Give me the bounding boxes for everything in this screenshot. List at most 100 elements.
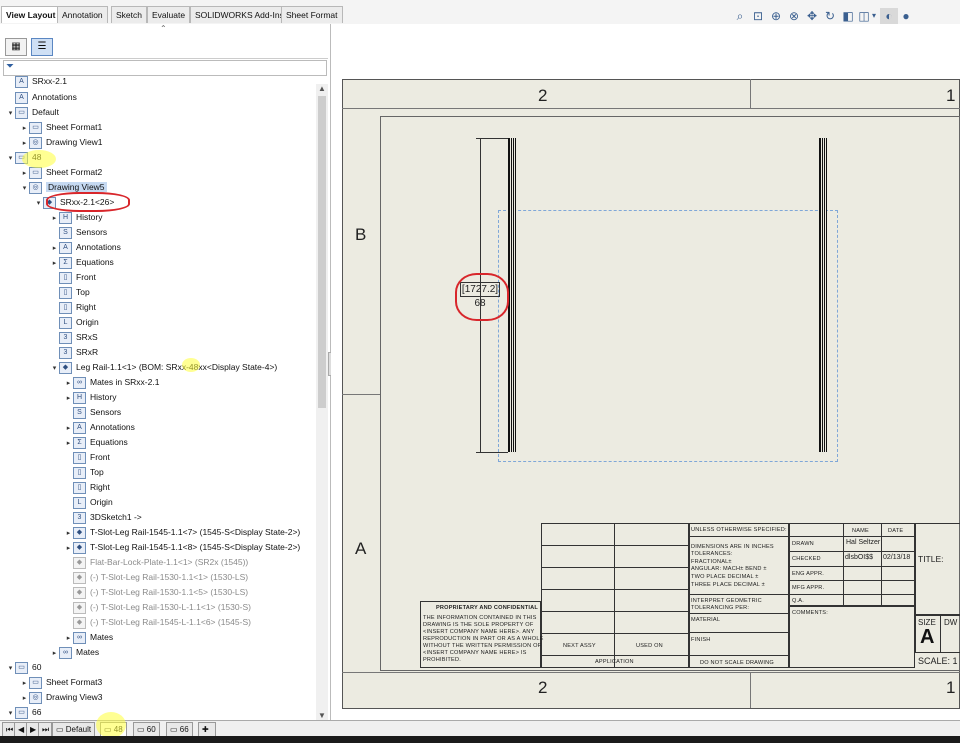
tree-item-srxr[interactable]: 3 SRxR [50,345,98,359]
checked-date[interactable]: 02/13/18 [883,554,910,561]
tree-item-default-sheet[interactable]: ▾ ▭ Default [6,105,59,119]
tree-item-label: (-) T-Slot-Leg Rail-1530-1.1<5> (1530-LS… [90,587,249,597]
sheet-tab-60[interactable]: ▭ 60 [133,722,160,737]
tree-item-mates1[interactable]: ▸ ∞ Mates [64,630,113,644]
tree-item-tslot2[interactable]: ▸ ◆ T-Slot-Leg Rail-1545-1.1<8> (1545-S<Di… [64,540,300,554]
collapse-icon[interactable]: ▾ [6,107,15,121]
tree-node-icon: ∞ [73,631,86,644]
checked-name[interactable]: dlsbOI$$ [845,554,873,561]
tab-evaluate[interactable]: Evaluate [147,6,191,23]
collapse-icon[interactable]: ▾ [50,362,59,376]
tree-item-sup1[interactable]: ◆ (-) T-Slot-Leg Rail-1530-1.1<1> (1530-L… [64,570,248,584]
last-sheet-icon[interactable]: ⏭ [38,722,52,737]
highlight-mark [96,712,126,738]
expand-icon[interactable]: ▸ [50,242,59,256]
tree-item-sup4[interactable]: ◆ (-) T-Slot-Leg Rail-1545-L-1.1<6> (1545… [64,615,251,629]
tree-item-flatbar[interactable]: ◆ Flat-Bar-Lock-Plate-1.1<1> (SR2x (1545)… [64,555,248,569]
expand-icon[interactable]: ▸ [50,647,59,661]
tab-annotation[interactable]: Annotation [57,6,108,23]
tree-item-srxs[interactable]: 3 SRxS [50,330,98,344]
zoom-in-out-icon[interactable]: ⊕ [768,8,784,24]
collapse-icon[interactable]: ▾ [6,152,15,166]
tree-item-right[interactable]: ▯ Right [50,300,96,314]
collapse-icon[interactable]: ▾ [20,182,29,196]
collapse-icon[interactable]: ▾ [34,197,43,211]
tab-sheet-format[interactable]: Sheet Format [281,6,343,23]
tree-item-sketch[interactable]: 3 3DSketch1 -> [64,510,142,524]
expand-icon[interactable]: ▸ [64,632,73,646]
tree-item-sup3[interactable]: ◆ (-) T-Slot-Leg Rail-1530-L-1.1<1> (1530… [64,600,251,614]
expand-icon[interactable]: ▸ [64,437,73,451]
scroll-up-icon[interactable]: ▲ [316,84,328,93]
zoom-to-area-icon[interactable]: ⊡ [750,8,766,24]
tree-scrollbar[interactable]: ▲ ▼ [316,84,328,720]
property-tab-icon[interactable]: ☰ [31,38,53,56]
tree-item-top[interactable]: ▯ Top [50,285,90,299]
tree-item-sheet-format3[interactable]: ▸ ▭ Sheet Format3 [20,675,102,689]
tree-item-right2[interactable]: ▯ Right [64,480,110,494]
collapse-icon[interactable]: ▾ [6,662,15,676]
tree-item-annotations3[interactable]: ▸ A Annotations [64,420,135,434]
expand-icon[interactable]: ▸ [64,377,73,391]
tree-item-origin[interactable]: L Origin [50,315,99,329]
tree-item-origin2[interactable]: L Origin [64,495,113,509]
tree-item-history2[interactable]: ▸ H History [64,390,116,404]
feature-tree-tab-icon[interactable]: ▦ [5,38,27,56]
tree-item-label: History [76,212,103,222]
scroll-thumb[interactable] [318,96,326,408]
expand-icon[interactable]: ▸ [64,392,73,406]
tree-item-mates-in[interactable]: ▸ ∞ Mates in SRxx-2.1 [64,375,159,389]
zoom-selection-icon[interactable]: ⊗ [786,8,802,24]
panel-grip-icon[interactable]: ⌃ [160,24,167,33]
tree-item-mates2[interactable]: ▸ ∞ Mates [50,645,99,659]
scroll-down-icon[interactable]: ▼ [316,711,328,720]
zoom-to-fit-icon[interactable]: ⌕ [732,8,748,24]
rotate-icon[interactable]: ↻ [822,8,838,24]
expand-icon[interactable]: ▸ [20,122,29,136]
tree-item-sensors[interactable]: S Sensors [50,225,107,239]
tree-item-annotations2[interactable]: ▸ A Annotations [50,240,121,254]
expand-icon[interactable]: ▸ [50,212,59,226]
tree-item-sup2[interactable]: ◆ (-) T-Slot-Leg Rail-1530-1.1<5> (1530-L… [64,585,248,599]
tree-item-sheet-60[interactable]: ▾ ▭ 60 [6,660,41,674]
expand-icon[interactable]: ▸ [20,692,29,706]
tree-item-leg-rail[interactable]: ▾ ◆ Leg Rail-1.1<1> (BOM: SRxx-48xx<Displa… [50,360,277,374]
expand-icon[interactable]: ▸ [64,422,73,436]
tree-item-annotations[interactable]: A Annotations [6,90,77,104]
tree-item-root[interactable]: A SRxx-2.1 [6,74,67,88]
tree-item-history[interactable]: ▸ H History [50,210,102,224]
tree-item-equations2[interactable]: ▸ Σ Equations [64,435,128,449]
collapse-icon[interactable]: ▾ [6,707,15,721]
leg-rail-right[interactable] [819,138,827,452]
tree-item-sensors2[interactable]: S Sensors [64,405,121,419]
expand-icon[interactable]: ▸ [20,677,29,691]
expand-icon[interactable]: ▸ [20,137,29,151]
expand-icon[interactable]: ▸ [64,542,73,556]
3d-view-icon[interactable]: ◧ [840,8,856,24]
tree-item-top2[interactable]: ▯ Top [64,465,104,479]
sheet-tab-66[interactable]: ▭ 66 [166,722,193,737]
sheet-tab-default[interactable]: ▭ Default [52,722,96,737]
expand-icon[interactable]: ▸ [50,257,59,271]
tree-item-sheet-format1[interactable]: ▸ ▭ Sheet Format1 [20,120,102,134]
drawing-view-boundary[interactable] [498,210,838,462]
pan-icon[interactable]: ✥ [804,8,820,24]
scene-icon[interactable]: ● [898,8,914,24]
tree-item-front2[interactable]: ▯ Front [64,450,110,464]
tab-solidworks-add-ins[interactable]: SOLIDWORKS Add-Ins [190,6,289,23]
leg-rail-left[interactable] [508,138,516,452]
tree-item-tslot1[interactable]: ▸ ◆ T-Slot-Leg Rail-1545-1.1<7> (1545-S<Di… [64,525,300,539]
dropdown-icon[interactable]: ▾ [870,8,878,24]
tree-item-front[interactable]: ▯ Front [50,270,96,284]
add-sheet-icon[interactable]: ✚ [198,722,216,737]
tree-item-sheet-66[interactable]: ▾ ▭ 66 [6,705,41,719]
drawn-name[interactable]: Hal Seltzer [846,539,880,546]
expand-icon[interactable]: ▸ [64,527,73,541]
tab-view-layout[interactable]: View Layout [1,6,61,23]
hide-show-icon[interactable]: ◐ [880,8,898,24]
expand-icon[interactable]: ▸ [20,167,29,181]
tree-item-equations[interactable]: ▸ Σ Equations [50,255,114,269]
tree-item-drawing-view3[interactable]: ▸ ◎ Drawing View3 [20,690,103,704]
tab-sketch[interactable]: Sketch [111,6,147,23]
tree-item-drawing-view1[interactable]: ▸ ◎ Drawing View1 [20,135,103,149]
